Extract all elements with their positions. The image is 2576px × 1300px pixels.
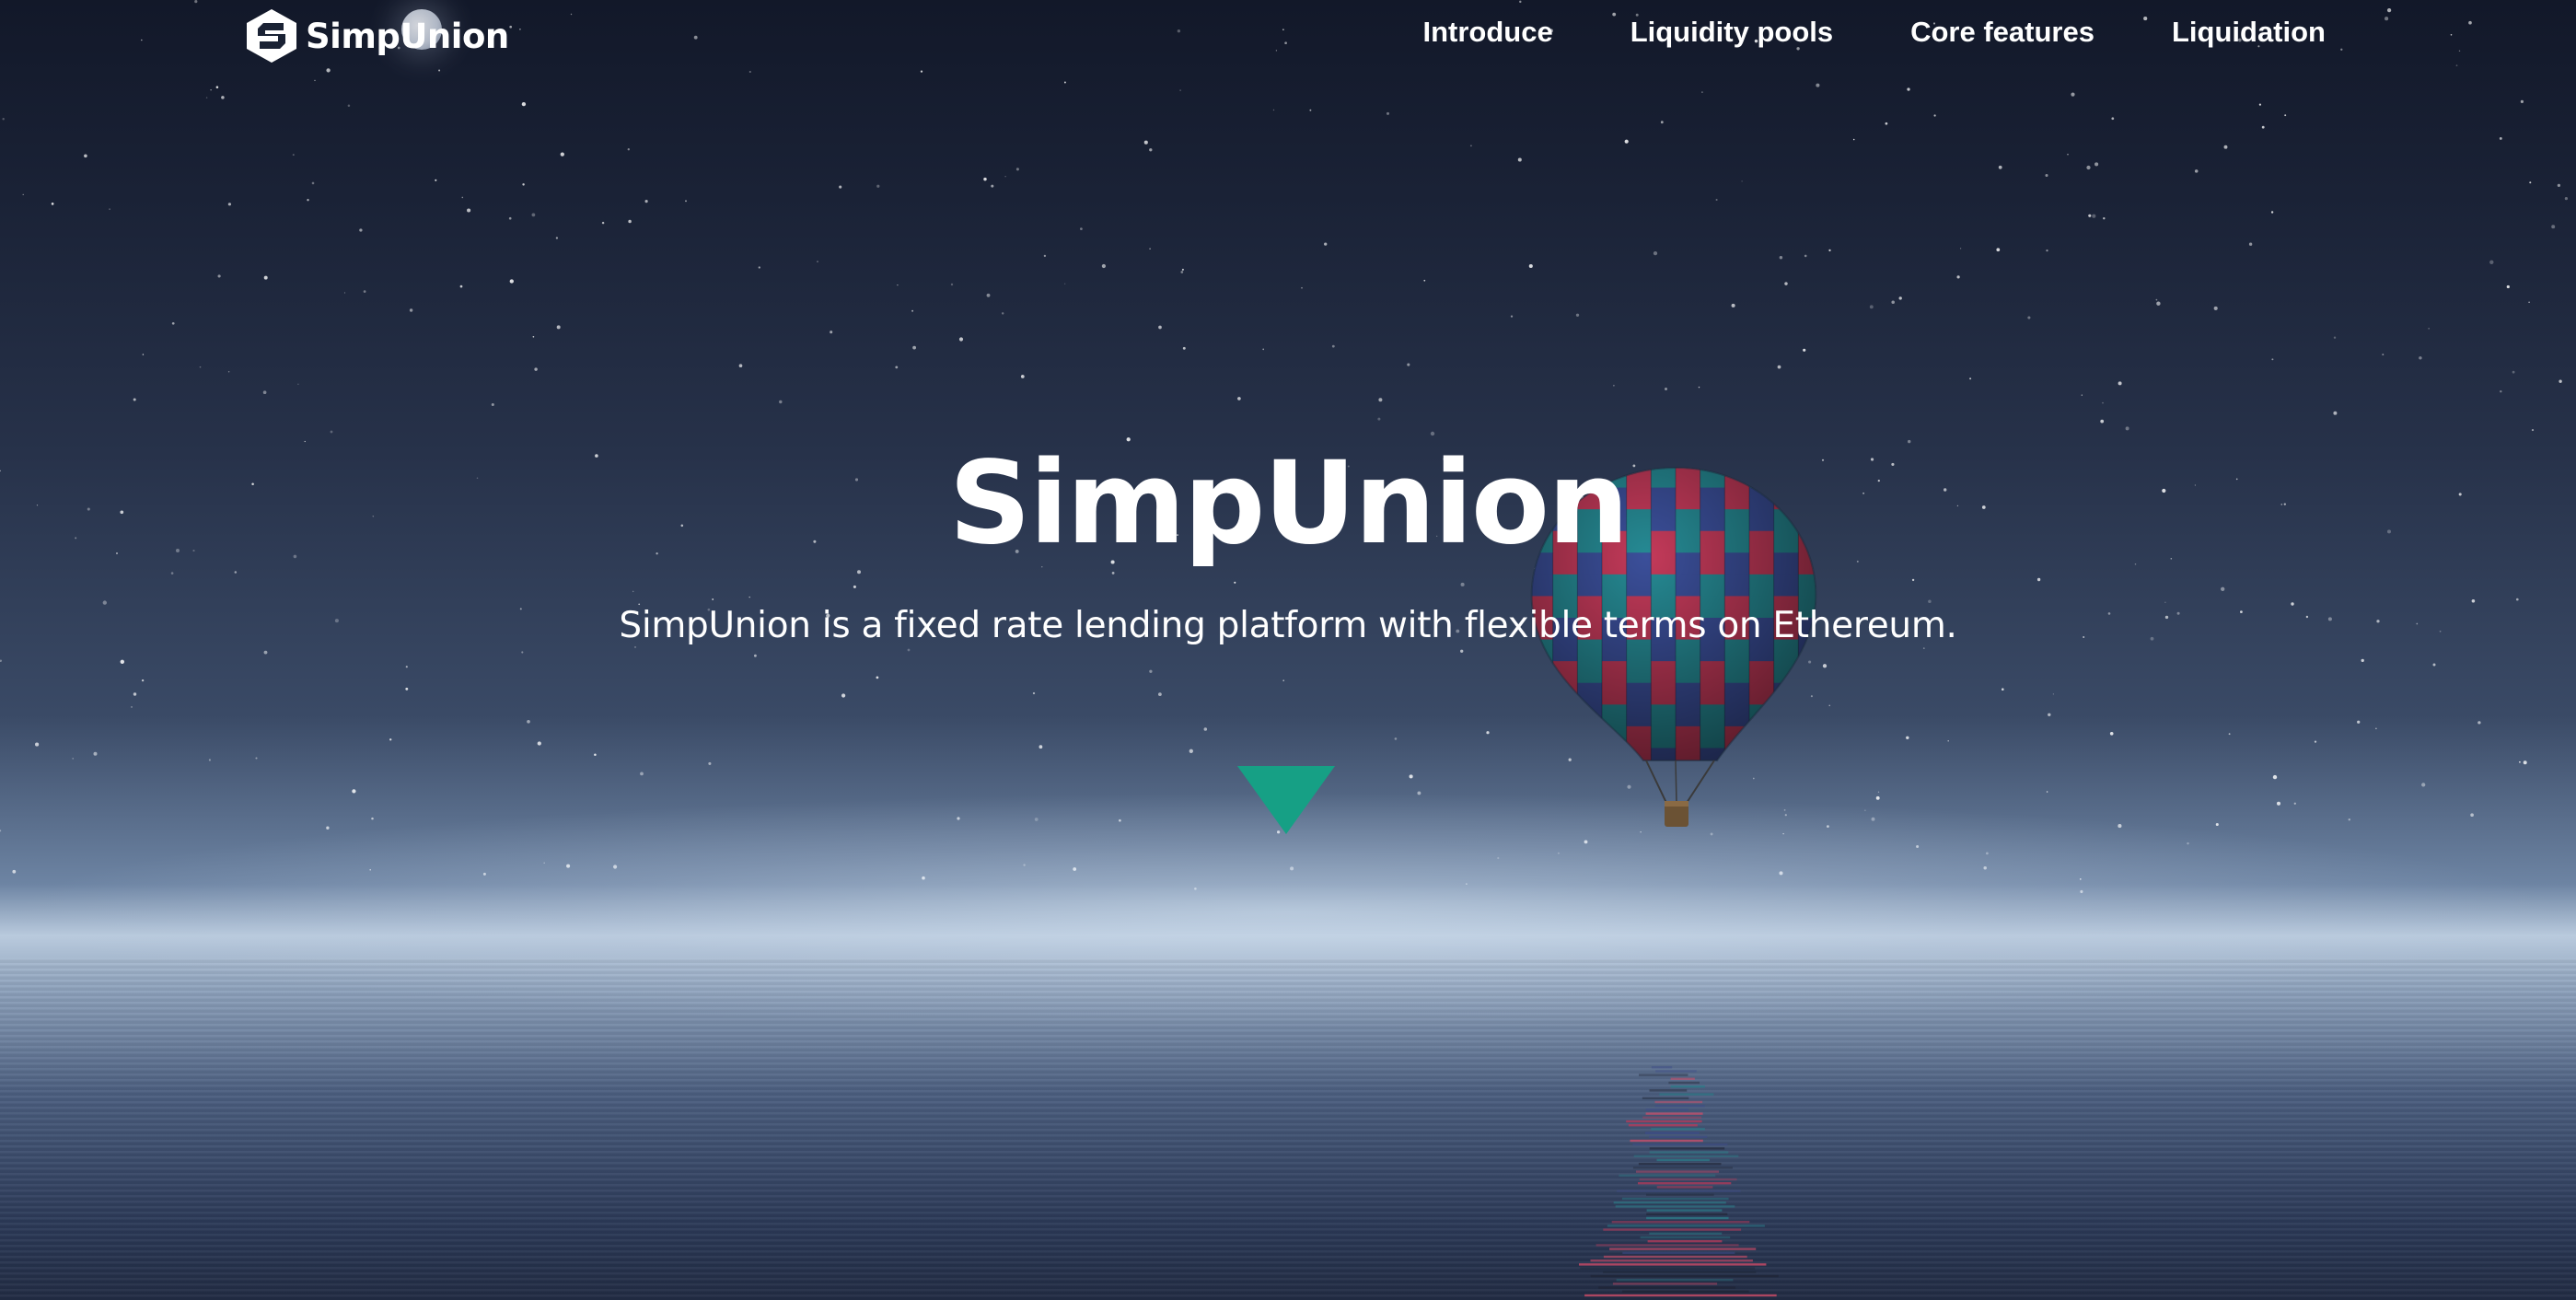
nav-link-core-features[interactable]: Core features: [1910, 11, 2094, 53]
nav-item: Liquidation: [2172, 11, 2326, 53]
scroll-down-arrow-shape: [1237, 766, 1335, 834]
nav-item: Liquidity pools: [1630, 11, 1833, 53]
simpunion-logo-icon: [247, 9, 296, 63]
top-navbar: SimpUnion Introduce Liquidity pools Core…: [0, 0, 2576, 66]
triangle-down-icon[interactable]: [1237, 766, 1335, 834]
nav-item: Core features: [1910, 11, 2094, 53]
nav-item: Introduce: [1422, 11, 1552, 53]
balloon-reflection-image: [1579, 1066, 1779, 1297]
brand-home-link[interactable]: SimpUnion: [245, 7, 509, 64]
hero-subtitle: SimpUnion is a fixed rate lending platfo…: [619, 605, 1957, 646]
hero-title: SimpUnion: [948, 437, 1630, 570]
nav-link-introduce[interactable]: Introduce: [1422, 11, 1552, 53]
nav-menu: Introduce Liquidity pools Core features …: [1422, 11, 2326, 53]
water-surface: [0, 958, 2576, 1300]
hero-section: SimpUnion Introduce Liquidity pools Core…: [0, 0, 2576, 1300]
nav-link-liquidity-pools[interactable]: Liquidity pools: [1630, 11, 1833, 53]
nav-link-liquidation[interactable]: Liquidation: [2172, 11, 2326, 53]
brand-name: SimpUnion: [306, 16, 509, 56]
